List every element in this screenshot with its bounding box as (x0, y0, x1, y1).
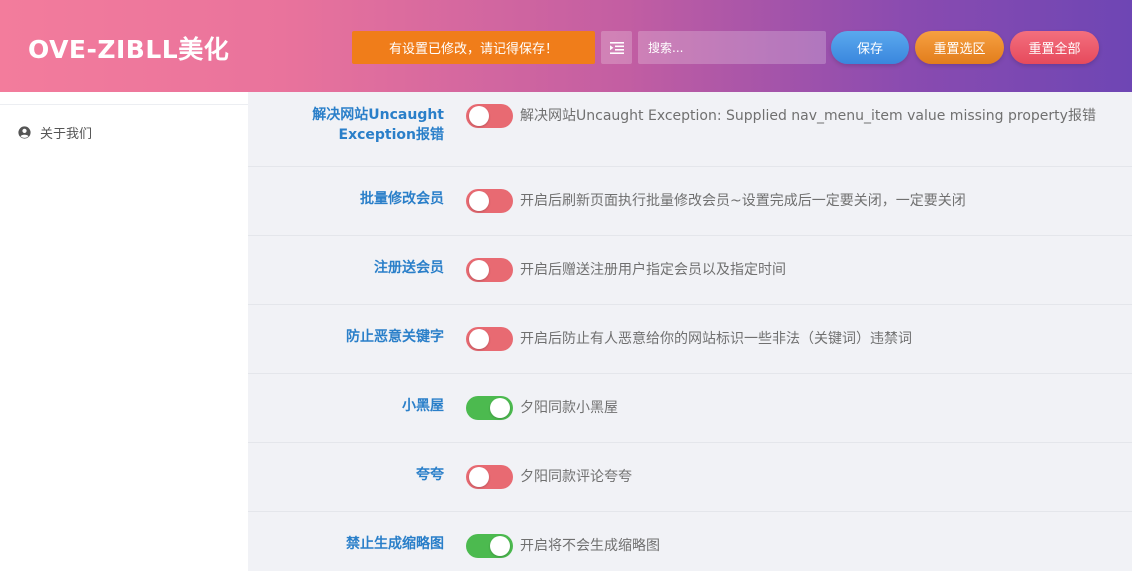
toggle-knob (469, 191, 489, 211)
user-circle-icon (18, 126, 31, 139)
setting-label-line: 解决网站Uncaught (312, 107, 444, 123)
setting-description: 开启后刷新页面执行批量修改会员~设置完成后一定要关闭，一定要关闭 (520, 193, 966, 209)
reset-all-button[interactable]: 重置全部 (1010, 31, 1099, 64)
sidebar-item-about[interactable]: 关于我们 (18, 123, 92, 142)
toggle-switch[interactable] (466, 396, 513, 420)
setting-description: 夕阳同款小黑屋 (520, 400, 618, 416)
toggle-knob (469, 329, 489, 349)
setting-row-keyword-block: 防止恶意关键字 开启后防止有人恶意给你的网站标识一些非法（关键词）违禁词 (248, 305, 1132, 374)
toggle-switch[interactable] (466, 465, 513, 489)
setting-row-no-thumbnail: 禁止生成缩略图 开启将不会生成缩略图 (248, 512, 1132, 571)
save-button[interactable]: 保存 (831, 31, 909, 64)
toggle-switch[interactable] (466, 189, 513, 213)
setting-description: 解决网站Uncaught Exception: Supplied nav_men… (520, 108, 1096, 124)
setting-row-batch-member: 批量修改会员 开启后刷新页面执行批量修改会员~设置完成后一定要关闭，一定要关闭 (248, 167, 1132, 236)
setting-label: 禁止生成缩略图 (346, 536, 444, 552)
setting-row-praise: 夸夸 夕阳同款评论夸夸 (248, 443, 1132, 512)
toggle-knob (469, 467, 489, 487)
setting-description: 开启后防止有人恶意给你的网站标识一些非法（关键词）违禁词 (520, 331, 912, 347)
header-bar: OVE-ZIBLL美化 有设置已修改，请记得保存！ 保存 重置选区 重置全部 (0, 0, 1132, 92)
setting-description: 夕阳同款评论夸夸 (520, 469, 632, 485)
setting-label-line: Exception报错 (338, 127, 445, 143)
setting-row-register-member: 注册送会员 开启后赠送注册用户指定会员以及指定时间 (248, 236, 1132, 305)
toggle-switch[interactable] (466, 258, 513, 282)
sidebar-divider (0, 104, 248, 105)
toggle-knob (490, 398, 510, 418)
toggle-knob (469, 260, 489, 280)
toggle-switch[interactable] (466, 104, 513, 128)
toggle-knob (469, 106, 489, 126)
setting-label: 小黑屋 (402, 398, 444, 414)
setting-label: 防止恶意关键字 (346, 329, 444, 345)
brand-title: OVE-ZIBLL美化 (28, 35, 230, 64)
settings-panel: 解决网站Uncaught Exception报错 解决网站Uncaught Ex… (248, 92, 1132, 571)
setting-label: 夸夸 (416, 467, 444, 483)
setting-label: 解决网站Uncaught Exception报错 (264, 105, 444, 145)
setting-label: 批量修改会员 (360, 191, 444, 207)
setting-row-blacklist: 小黑屋 夕阳同款小黑屋 (248, 374, 1132, 443)
toggle-switch[interactable] (466, 327, 513, 351)
reset-section-button[interactable]: 重置选区 (915, 31, 1004, 64)
toggle-knob (490, 536, 510, 556)
setting-label: 注册送会员 (374, 260, 444, 276)
list-indent-icon (609, 41, 624, 54)
setting-description: 开启后赠送注册用户指定会员以及指定时间 (520, 262, 786, 278)
setting-row-uncaught-exception: 解决网站Uncaught Exception报错 解决网站Uncaught Ex… (248, 92, 1132, 167)
search-input[interactable] (638, 31, 826, 64)
unsaved-notice: 有设置已修改，请记得保存！ (352, 31, 595, 64)
toggle-switch[interactable] (466, 534, 513, 558)
expand-menu-button[interactable] (601, 31, 632, 64)
sidebar: 关于我们 (0, 92, 248, 571)
setting-description: 开启将不会生成缩略图 (520, 538, 660, 554)
sidebar-item-label: 关于我们 (40, 127, 93, 142)
